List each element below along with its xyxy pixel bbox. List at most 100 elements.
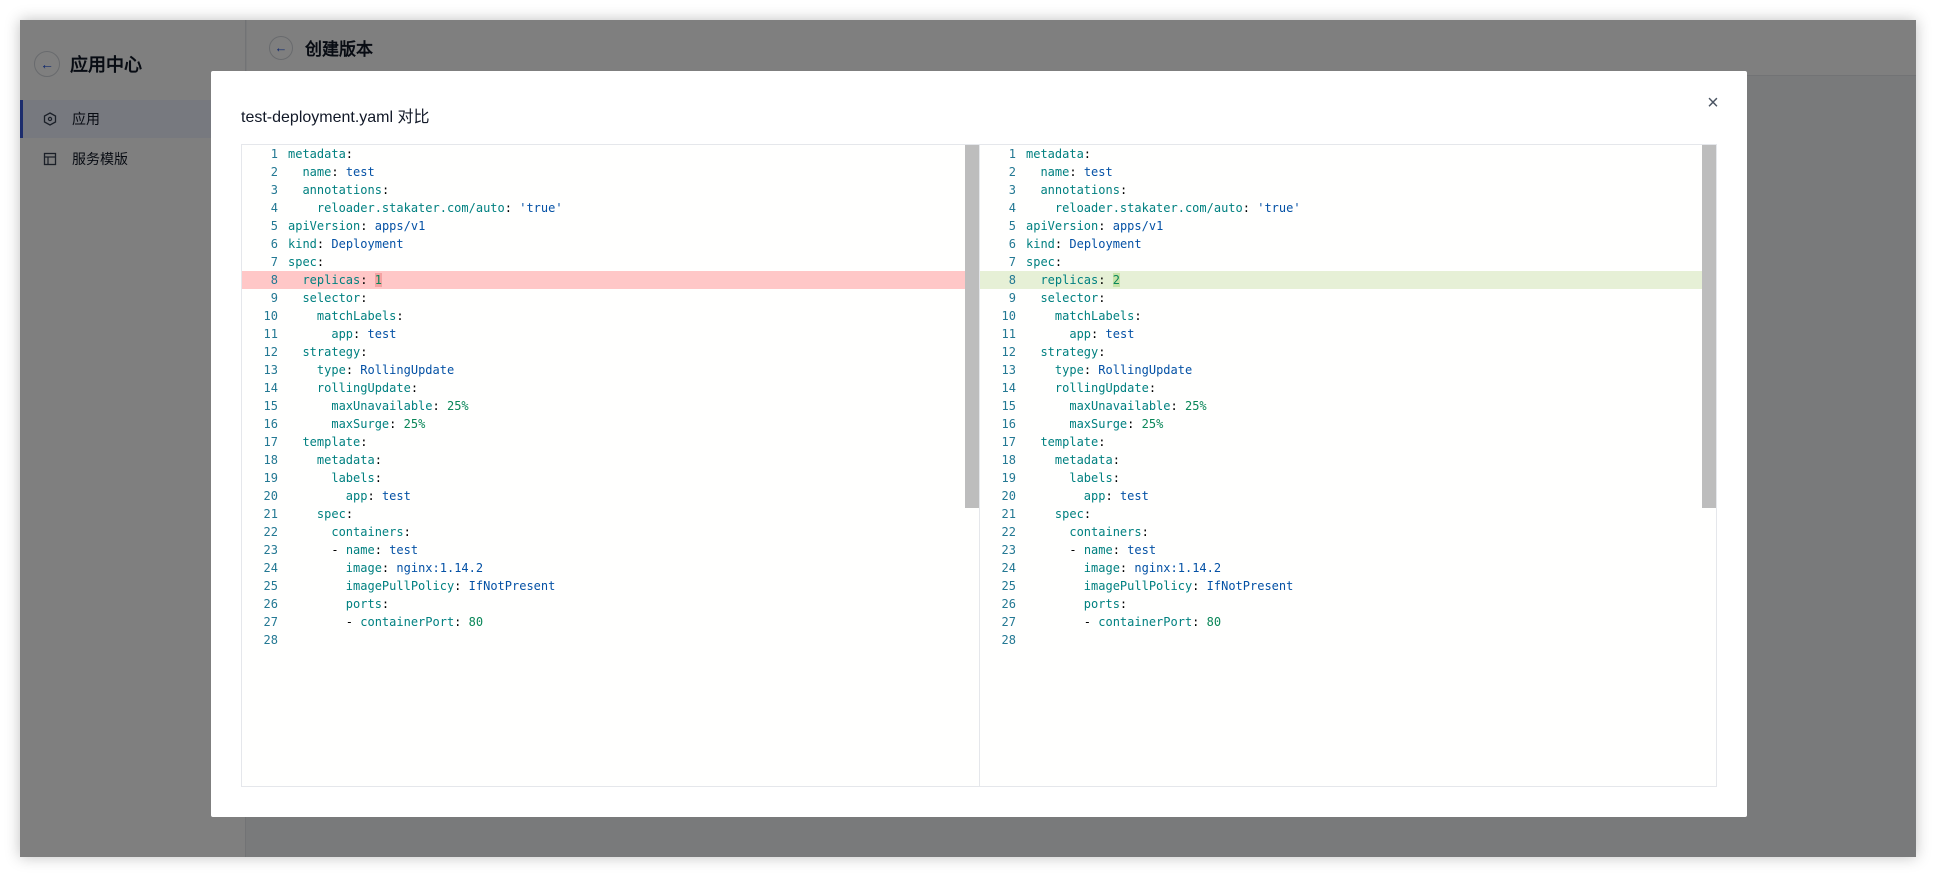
- line-number: 25: [1001, 579, 1016, 593]
- line-number: 24: [1001, 561, 1016, 575]
- line-number: 1: [1008, 147, 1016, 161]
- close-icon[interactable]: ×: [1701, 91, 1725, 115]
- line-number: 6: [270, 237, 278, 251]
- code-line: 10 matchLabels:: [980, 307, 1716, 325]
- code-line: 20 app: test: [980, 487, 1716, 505]
- code-line: 5 apiVersion: apps/v1: [980, 217, 1716, 235]
- code-line: 11 app: test: [242, 325, 979, 343]
- code-line: 28: [980, 631, 1716, 649]
- line-number: 5: [1008, 219, 1016, 233]
- line-number: 8: [270, 273, 278, 287]
- code-text: metadata:: [288, 147, 354, 161]
- code-text: annotations:: [302, 183, 390, 197]
- code-text: containers:: [331, 525, 411, 539]
- line-number: 1: [270, 147, 278, 161]
- code-line: 9 selector:: [242, 289, 979, 307]
- code-text: maxSurge: 25%: [331, 417, 426, 431]
- code-line: 2 name: test: [242, 163, 979, 181]
- code-lines-modified: 1 metadata: 2 name: test 3 annotations: 4 re…: [980, 145, 1716, 649]
- code-line: 3 annotations:: [242, 181, 979, 199]
- diff-pane-original[interactable]: 1 metadata: 2 name: test 3 annotations: 4 re…: [242, 145, 979, 786]
- line-number: 12: [1001, 345, 1016, 359]
- code-text: labels:: [331, 471, 382, 485]
- line-number: 16: [263, 417, 278, 431]
- line-number: 23: [263, 543, 278, 557]
- code-line: 3 annotations:: [980, 181, 1716, 199]
- line-number: 17: [1001, 435, 1016, 449]
- code-text: reloader.stakater.com/auto: 'true': [1054, 201, 1301, 215]
- code-line: 21 spec:: [242, 505, 979, 523]
- code-line: 27 - containerPort: 80: [242, 613, 979, 631]
- code-text: metadata:: [1026, 147, 1092, 161]
- code-text: matchLabels:: [316, 309, 404, 323]
- code-line: 8 replicas: 2: [980, 271, 1716, 289]
- code-line: 27 - containerPort: 80: [980, 613, 1716, 631]
- code-line: 18 metadata:: [980, 451, 1716, 469]
- line-number: 6: [1008, 237, 1016, 251]
- code-text: apiVersion: apps/v1: [1026, 219, 1164, 233]
- diff-pane-modified[interactable]: 1 metadata: 2 name: test 3 annotations: 4 re…: [979, 145, 1716, 786]
- code-line: 8 replicas: 1: [242, 271, 979, 289]
- code-text: image: nginx:1.14.2: [1083, 561, 1222, 575]
- line-number: 19: [263, 471, 278, 485]
- code-text: name: test: [1040, 165, 1113, 179]
- code-line: 10 matchLabels:: [242, 307, 979, 325]
- line-number: 26: [1001, 597, 1016, 611]
- code-text: kind: Deployment: [288, 237, 404, 251]
- line-number: 10: [263, 309, 278, 323]
- line-number: 9: [270, 291, 278, 305]
- code-line: 13 type: RollingUpdate: [242, 361, 979, 379]
- code-text: type: RollingUpdate: [1054, 363, 1193, 377]
- code-text: containers:: [1069, 525, 1149, 539]
- line-number: 23: [1001, 543, 1016, 557]
- line-number: 25: [263, 579, 278, 593]
- code-text: rollingUpdate:: [316, 381, 419, 395]
- code-text: template:: [1040, 435, 1106, 449]
- code-text: maxUnavailable: 25%: [331, 399, 469, 413]
- code-line: 24 image: nginx:1.14.2: [242, 559, 979, 577]
- code-line: 9 selector:: [980, 289, 1716, 307]
- code-text: replicas: 2: [1040, 273, 1120, 287]
- line-number: 12: [263, 345, 278, 359]
- line-number: 13: [1001, 363, 1016, 377]
- line-number: 5: [270, 219, 278, 233]
- code-line: 1 metadata:: [980, 145, 1716, 163]
- code-text: type: RollingUpdate: [316, 363, 455, 377]
- line-number: 15: [1001, 399, 1016, 413]
- code-text: imagePullPolicy: IfNotPresent: [345, 579, 556, 593]
- scrollbar-modified[interactable]: [1702, 145, 1716, 508]
- diff-editor: 1 metadata: 2 name: test 3 annotations: 4 re…: [241, 144, 1717, 787]
- scrollbar-original[interactable]: [965, 145, 979, 508]
- code-line: 22 containers:: [980, 523, 1716, 541]
- code-line: 2 name: test: [980, 163, 1716, 181]
- code-text: reloader.stakater.com/auto: 'true': [316, 201, 563, 215]
- line-number: 14: [1001, 381, 1016, 395]
- code-text: imagePullPolicy: IfNotPresent: [1083, 579, 1294, 593]
- line-number: 28: [1001, 633, 1016, 647]
- code-text: app: test: [331, 327, 397, 341]
- code-line: 7 spec:: [242, 253, 979, 271]
- code-text: matchLabels:: [1054, 309, 1142, 323]
- line-number: 22: [1001, 525, 1016, 539]
- code-line: 22 containers:: [242, 523, 979, 541]
- code-text: spec:: [1054, 507, 1092, 521]
- code-line: 17 template:: [242, 433, 979, 451]
- code-text: maxUnavailable: 25%: [1069, 399, 1207, 413]
- code-line: 17 template:: [980, 433, 1716, 451]
- code-text: annotations:: [1040, 183, 1128, 197]
- code-text: - containerPort: 80: [1083, 615, 1222, 629]
- line-number: 18: [1001, 453, 1016, 467]
- line-number: 15: [263, 399, 278, 413]
- code-text: strategy:: [1040, 345, 1106, 359]
- line-number: 10: [1001, 309, 1016, 323]
- code-line: 23 - name: test: [242, 541, 979, 559]
- line-number: 7: [270, 255, 278, 269]
- code-line: 20 app: test: [242, 487, 979, 505]
- code-line: 6 kind: Deployment: [980, 235, 1716, 253]
- code-text: replicas: 1: [302, 273, 382, 287]
- code-line: 5 apiVersion: apps/v1: [242, 217, 979, 235]
- code-text: kind: Deployment: [1026, 237, 1142, 251]
- code-text: app: test: [1083, 489, 1149, 503]
- line-number: 4: [1008, 201, 1016, 215]
- line-number: 9: [1008, 291, 1016, 305]
